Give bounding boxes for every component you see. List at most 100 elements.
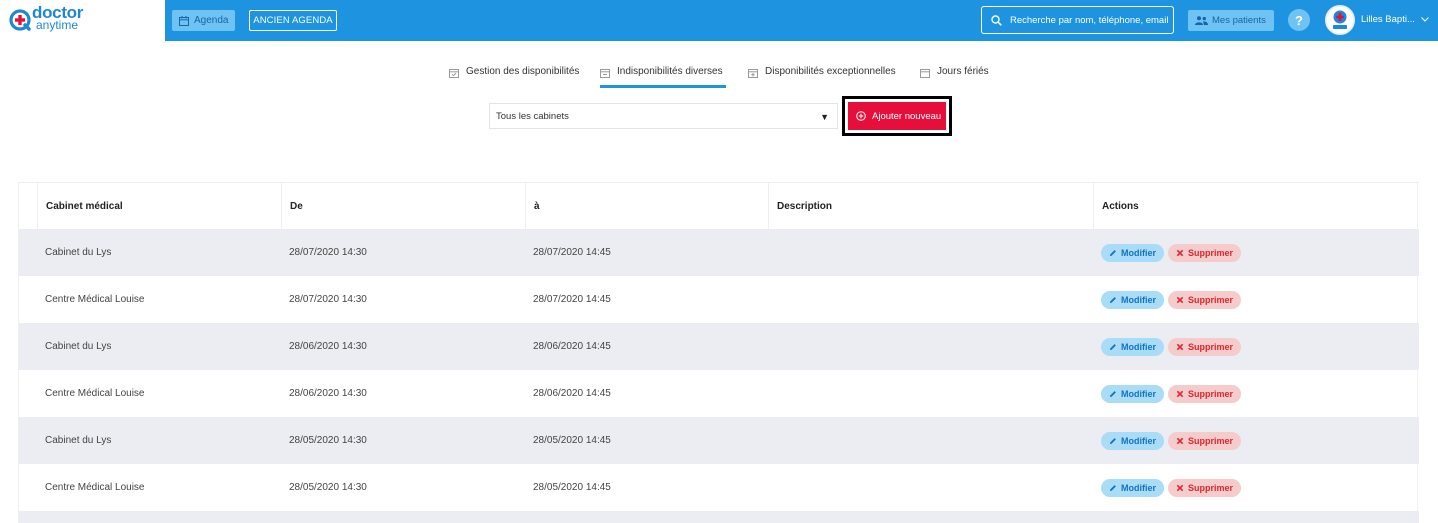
cell-actions: Modifier Supprimer: [1101, 323, 1242, 370]
search-input[interactable]: [1010, 14, 1170, 26]
column-header-from: De: [281, 183, 525, 230]
cell-from: 28/05/2020 14:30: [289, 482, 367, 493]
cabinet-select[interactable]: Tous les cabinets ▼: [489, 103, 838, 129]
modify-button[interactable]: Modifier: [1101, 478, 1164, 497]
pencil-icon: [1110, 484, 1116, 491]
my-patients-button[interactable]: Mes patients: [1188, 10, 1274, 31]
add-new-label: Ajouter nouveau: [872, 110, 942, 122]
calendar-icon: [920, 69, 930, 78]
cell-actions: Modifier Supprimer: [1101, 370, 1242, 417]
cell-from: 28/06/2020 14:30: [289, 341, 367, 352]
cell-actions: Modifier Supprimer: [1101, 276, 1242, 323]
app-header: doctor anytime Agenda ANCIEN AGENDA Rech…: [0, 0, 1438, 41]
unavailability-table: Cabinet médical De à Description Actions…: [18, 182, 1419, 523]
brand-logo[interactable]: doctor anytime: [0, 0, 165, 41]
table-header: Cabinet médical De à Description Actions: [19, 182, 1419, 230]
cell-actions: Modifier Supprimer: [1101, 464, 1242, 511]
calendar-icon: [449, 69, 459, 78]
pencil-icon: [1110, 296, 1116, 303]
users-icon: [1195, 16, 1208, 25]
user-name[interactable]: Lilles Bapti...: [1361, 14, 1415, 25]
cell-to: 28/07/2020 14:45: [533, 294, 611, 305]
table-row: Cabinet du Lys 28/07/2020 14:30 28/07/20…: [19, 229, 1419, 276]
cell-actions: Modifier Supprimer: [1101, 417, 1242, 464]
delete-button[interactable]: Supprimer: [1168, 478, 1242, 497]
column-header-actions: Actions: [1093, 183, 1419, 230]
table-row-partial: [19, 511, 1419, 523]
availability-tabs: Gestion des disponibilités Indisponibili…: [0, 66, 1438, 88]
cell-from: 28/05/2020 14:30: [289, 435, 367, 446]
delete-button[interactable]: Supprimer: [1168, 384, 1242, 403]
tab-label: Gestion des disponibilités: [466, 66, 580, 77]
tab-label: Disponibilités exceptionnelles: [765, 66, 896, 77]
delete-button[interactable]: Supprimer: [1168, 243, 1242, 262]
pencil-icon: [1110, 343, 1116, 350]
tab-indisponibilites-diverses[interactable]: Indisponibilités diverses: [600, 66, 726, 88]
tab-gestion-disponibilites[interactable]: Gestion des disponibilités: [449, 66, 579, 88]
close-icon: [1176, 249, 1184, 256]
doctor-logo-icon: [9, 9, 31, 31]
caret-down-icon: ▼: [820, 112, 829, 122]
cell-cabinet: Cabinet du Lys: [45, 247, 112, 258]
modify-button[interactable]: Modifier: [1101, 243, 1164, 262]
close-icon: [1176, 437, 1184, 444]
cell-to: 28/05/2020 14:45: [533, 435, 611, 446]
agenda-label: Agenda: [194, 15, 229, 26]
add-button-highlight: Ajouter nouveau: [842, 96, 952, 136]
close-icon: [1176, 343, 1184, 350]
cabinet-select-value: Tous les cabinets: [496, 110, 569, 122]
cell-from: 28/07/2020 14:30: [289, 294, 367, 305]
cell-actions: Modifier Supprimer: [1101, 229, 1242, 276]
modify-button[interactable]: Modifier: [1101, 384, 1164, 403]
avatar[interactable]: [1325, 5, 1355, 35]
column-header-description: Description: [768, 183, 1093, 230]
user-avatar-icon: [1327, 7, 1353, 33]
cell-cabinet: Centre Médical Louise: [45, 294, 145, 305]
ancien-agenda-button[interactable]: ANCIEN AGENDA: [249, 10, 337, 31]
delete-button[interactable]: Supprimer: [1168, 290, 1242, 309]
cell-to: 28/06/2020 14:45: [533, 388, 611, 399]
tab-jours-feries[interactable]: Jours fériés: [920, 66, 989, 88]
calendar-icon: [600, 69, 610, 78]
top-navbar: Agenda ANCIEN AGENDA Mes patients ?: [165, 0, 1438, 41]
cell-cabinet: Centre Médical Louise: [45, 388, 145, 399]
chevron-down-icon[interactable]: [1420, 14, 1430, 24]
calendar-icon: [179, 15, 189, 26]
help-button[interactable]: ?: [1288, 9, 1310, 31]
column-header-cabinet: Cabinet médical: [37, 183, 281, 230]
cell-from: 28/07/2020 14:30: [289, 247, 367, 258]
patient-search[interactable]: [981, 6, 1174, 34]
cell-cabinet: Centre Médical Louise: [45, 482, 145, 493]
cell-to: 28/07/2020 14:45: [533, 247, 611, 258]
delete-button[interactable]: Supprimer: [1168, 337, 1242, 356]
calendar-icon: [748, 69, 758, 78]
search-icon: [991, 14, 1002, 26]
table-row: Centre Médical Louise 28/06/2020 14:30 2…: [19, 370, 1419, 417]
table-row: Cabinet du Lys 28/06/2020 14:30 28/06/20…: [19, 323, 1419, 370]
tab-label: Indisponibilités diverses: [617, 66, 723, 77]
modify-button[interactable]: Modifier: [1101, 337, 1164, 356]
column-header-to: à: [525, 183, 768, 230]
table-row: Centre Médical Louise 28/07/2020 14:30 2…: [19, 276, 1419, 323]
cell-from: 28/06/2020 14:30: [289, 388, 367, 399]
modify-button[interactable]: Modifier: [1101, 290, 1164, 309]
delete-button[interactable]: Supprimer: [1168, 431, 1242, 450]
pencil-icon: [1110, 437, 1116, 444]
pencil-icon: [1110, 390, 1116, 397]
close-icon: [1176, 390, 1184, 397]
tab-label: Jours fériés: [937, 66, 989, 77]
close-icon: [1176, 484, 1184, 491]
add-new-button[interactable]: Ajouter nouveau: [848, 102, 946, 130]
cell-cabinet: Cabinet du Lys: [45, 435, 112, 446]
my-patients-label: Mes patients: [1212, 15, 1266, 26]
cell-cabinet: Cabinet du Lys: [45, 341, 112, 352]
close-icon: [1176, 296, 1184, 303]
cell-to: 28/05/2020 14:45: [533, 482, 611, 493]
agenda-button[interactable]: Agenda: [172, 10, 235, 31]
brand-line2: anytime: [36, 18, 79, 32]
tab-disponibilites-exceptionnelles[interactable]: Disponibilités exceptionnelles: [748, 66, 896, 88]
table-row: Cabinet du Lys 28/05/2020 14:30 28/05/20…: [19, 417, 1419, 464]
pencil-icon: [1110, 249, 1116, 256]
plus-circle-icon: [856, 111, 866, 121]
modify-button[interactable]: Modifier: [1101, 431, 1164, 450]
